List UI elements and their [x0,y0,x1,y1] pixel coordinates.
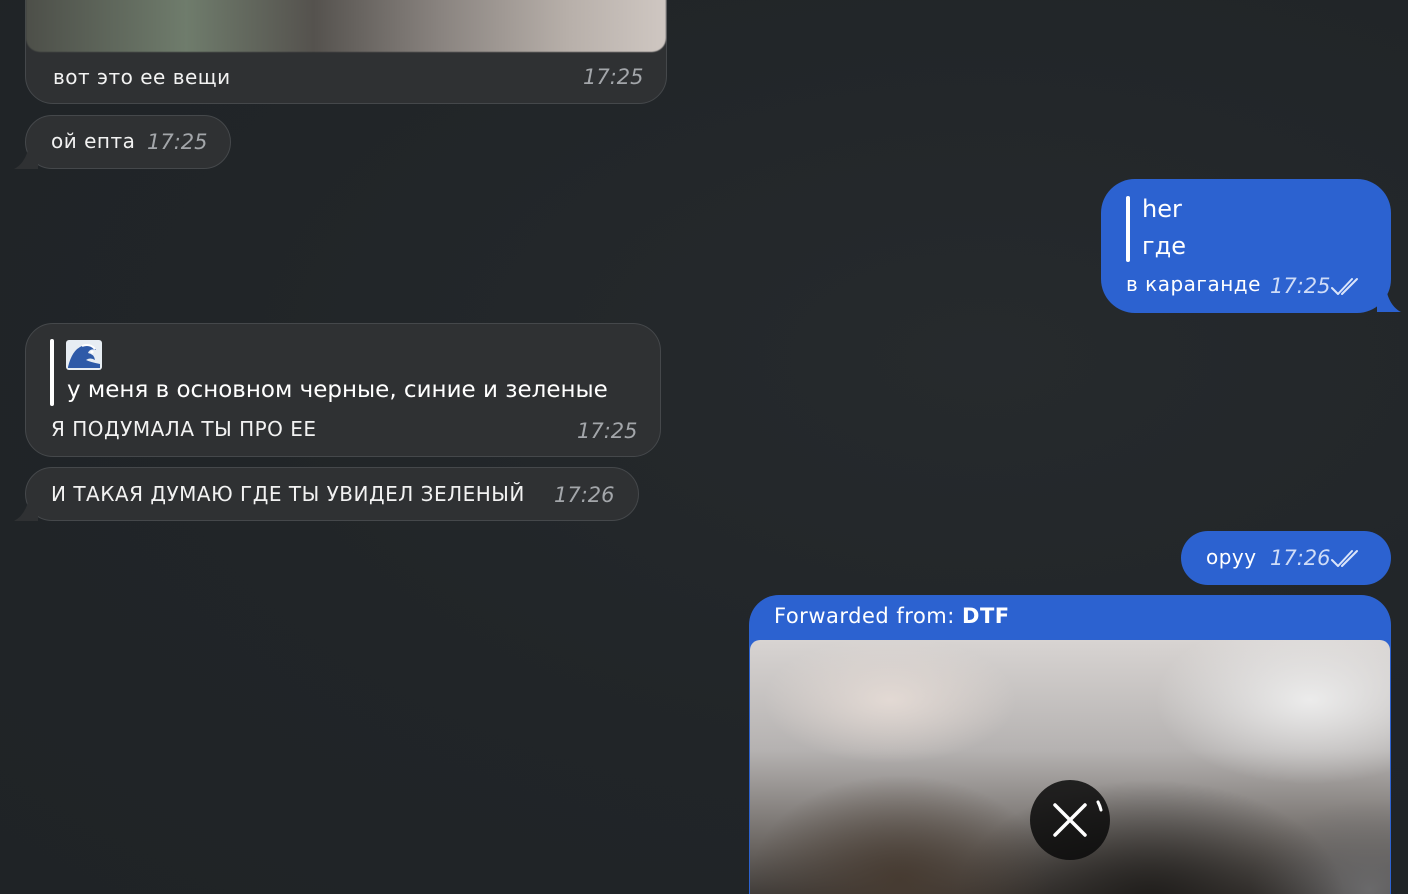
water-wave-emoji [66,340,102,370]
bubble-tail [1377,293,1401,312]
message-time: 17:25 [147,130,208,154]
cancel-download-button[interactable] [1030,780,1110,860]
message-bubble[interactable]: оруу 17:26 [1181,531,1391,585]
reply-quote-title[interactable]: her [1142,195,1182,223]
message-time: 17:26 [1270,546,1331,570]
message-text: вот это ее вещи [53,65,231,89]
message-time: 17:26 [554,483,615,507]
message-text: И ТАКАЯ ДУМАЮ ГДЕ ТЫ УВИДЕЛ ЗЕЛЕНЫЙ [51,482,525,506]
message-time: 17:25 [583,65,644,89]
reply-quote-text[interactable]: где [1142,232,1186,260]
photo-thumbnail[interactable] [26,0,666,52]
forward-source[interactable]: DTF [962,604,1010,628]
bubble-tail [14,502,38,521]
message-bubble[interactable]: И ТАКАЯ ДУМАЮ ГДЕ ТЫ УВИДЕЛ ЗЕЛЕНЫЙ 17:2… [25,467,639,521]
double-check-icon [1331,550,1358,567]
chat-area[interactable]: вот это ее вещи 17:25 ой епта 17:25 her … [0,0,1408,894]
reply-quote-bar [50,339,54,406]
forwarded-message[interactable]: Forwarded from: DTF [749,595,1391,894]
close-icon [1053,800,1103,837]
message-bubble[interactable]: ой епта 17:25 [25,115,231,169]
message-text: Я ПОДУМАЛА ТЫ ПРО ЕЕ [51,417,317,441]
message-time: 17:25 [1270,274,1331,298]
message-text: ой епта [51,129,136,153]
forward-label: Forwarded from: [774,604,955,628]
reply-quote-text[interactable]: у меня в основном черные, синие и зелены… [67,377,608,403]
reply-quote-bar [1126,196,1130,262]
message-text: в караганде [1126,272,1261,296]
message-text: оруу [1206,545,1257,569]
double-check-icon [1331,278,1358,295]
message-reply-bubble[interactable]: 🌊 у меня в основном черные, синие и зеле… [25,323,661,457]
message-reply-bubble[interactable]: her где в караганде 17:25 [1101,179,1391,313]
bubble-tail [14,150,38,169]
message-photo-caption[interactable]: вот это ее вещи 17:25 [25,0,667,104]
forward-header[interactable]: Forwarded from: DTF [774,604,1010,628]
message-time: 17:25 [577,419,638,443]
